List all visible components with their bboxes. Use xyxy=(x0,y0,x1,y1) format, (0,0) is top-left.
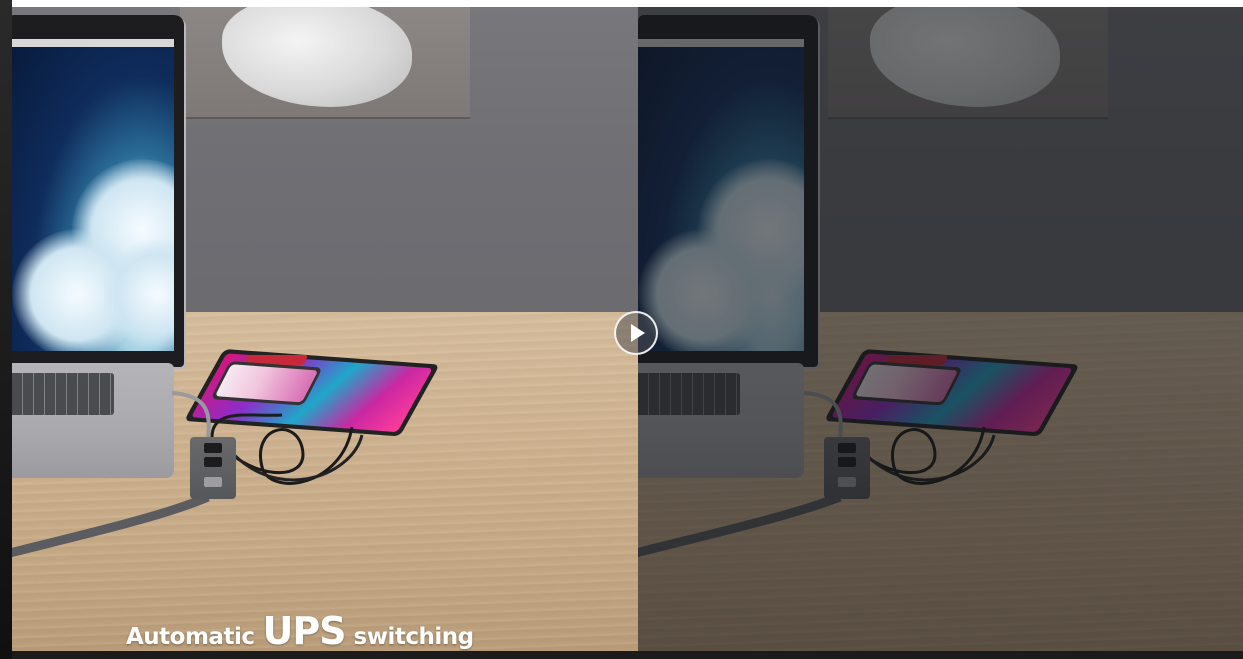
play-icon xyxy=(631,324,645,342)
scene-right-half xyxy=(638,7,1243,659)
scene-left-half: Automatic UPS switching xyxy=(12,7,638,659)
video-player[interactable]: Automatic UPS switching xyxy=(12,7,1243,659)
play-button[interactable] xyxy=(614,311,658,355)
caption-automatic: Automatic xyxy=(126,624,255,650)
caption-ups: UPS xyxy=(262,609,346,653)
video-caption: Automatic UPS switching xyxy=(126,609,474,657)
bottom-band xyxy=(12,651,1243,659)
adjacent-window-edge xyxy=(0,0,12,659)
cables xyxy=(12,391,364,558)
dim-overlay xyxy=(638,7,1243,659)
video-frame: Automatic UPS switching xyxy=(0,0,1243,659)
caption-switching: switching xyxy=(353,624,475,650)
usb-hub xyxy=(190,437,236,499)
